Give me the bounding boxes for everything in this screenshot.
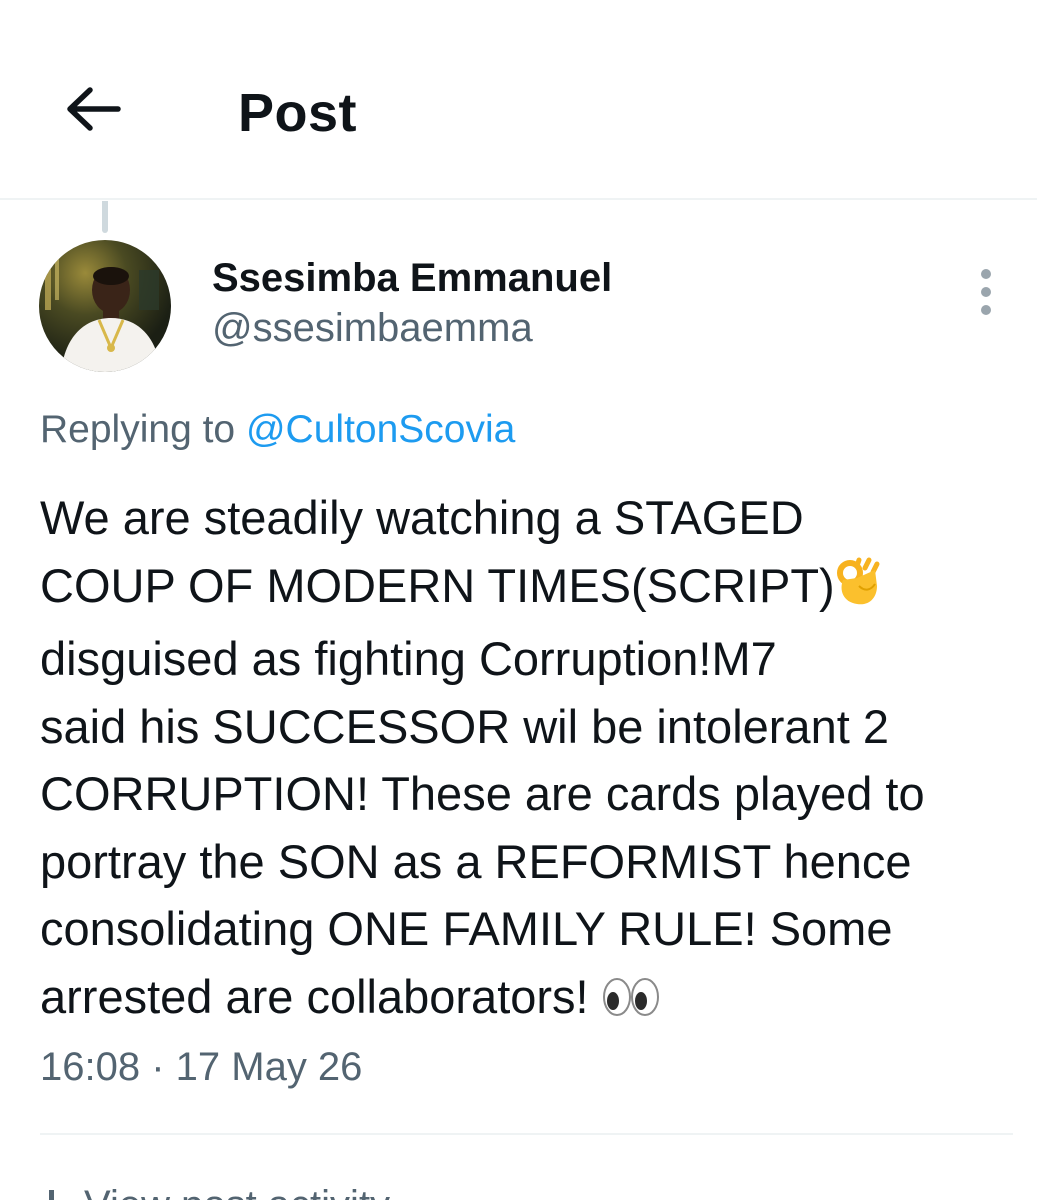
post-text-line: COUP OF MODERN TIMES(SCRIPT) bbox=[40, 558, 835, 612]
header-divider bbox=[0, 198, 1037, 200]
post-text-line: We are steadily watching a STAGED bbox=[40, 491, 804, 544]
post-text-line: disguised as fighting Corruption!M7 bbox=[40, 632, 777, 685]
post-timestamp[interactable]: 16:08 · 17 May 26 bbox=[40, 1040, 362, 1094]
avatar[interactable] bbox=[39, 240, 171, 372]
post-text-line-with-emoji: arrested are collaborators! bbox=[40, 963, 1030, 1037]
post-text-line: arrested are collaborators! bbox=[40, 969, 589, 1023]
reply-mention-link[interactable]: @CultonScovia bbox=[246, 408, 515, 451]
post-page: Post Ssesimba Emmanuel @ssesimbaemma Rep… bbox=[0, 0, 1037, 1200]
post-text-line-with-emoji: COUP OF MODERN TIMES(SCRIPT) bbox=[40, 552, 1030, 626]
post-text: We are steadily watching a STAGED COUP O… bbox=[40, 484, 1030, 1036]
top-bar: Post bbox=[0, 0, 1037, 200]
more-options-button[interactable] bbox=[966, 264, 1006, 320]
thread-connector-line bbox=[102, 201, 108, 233]
post-activity-link[interactable]: View post activity bbox=[34, 1180, 390, 1200]
eyes-emoji-icon bbox=[602, 969, 660, 1037]
analytics-icon bbox=[34, 1182, 70, 1200]
page-title: Post bbox=[238, 83, 358, 143]
post-activity-label: View post activity bbox=[84, 1183, 390, 1200]
author-handle[interactable]: @ssesimbaemma bbox=[212, 303, 533, 353]
post-text-line: CORRUPTION! These are cards played to bbox=[40, 767, 925, 820]
replying-to-label: Replying to bbox=[40, 408, 236, 451]
post-text-line: said his SUCCESSOR wil be intolerant 2 bbox=[40, 699, 889, 753]
arrow-left-icon bbox=[67, 87, 121, 131]
back-button[interactable] bbox=[62, 78, 124, 140]
post-text-line: consolidating ONE FAMILY RULE! Some bbox=[40, 902, 893, 955]
more-vertical-icon bbox=[981, 269, 991, 315]
replying-to: Replying to @CultonScovia bbox=[40, 404, 515, 456]
post-text-line: portray the SON as a REFORMIST hence bbox=[40, 834, 912, 888]
author-display-name[interactable]: Ssesimba Emmanuel bbox=[212, 253, 612, 303]
profile-photo bbox=[39, 240, 171, 372]
ok-hand-emoji-icon bbox=[835, 556, 881, 626]
actions-divider bbox=[40, 1133, 1013, 1135]
